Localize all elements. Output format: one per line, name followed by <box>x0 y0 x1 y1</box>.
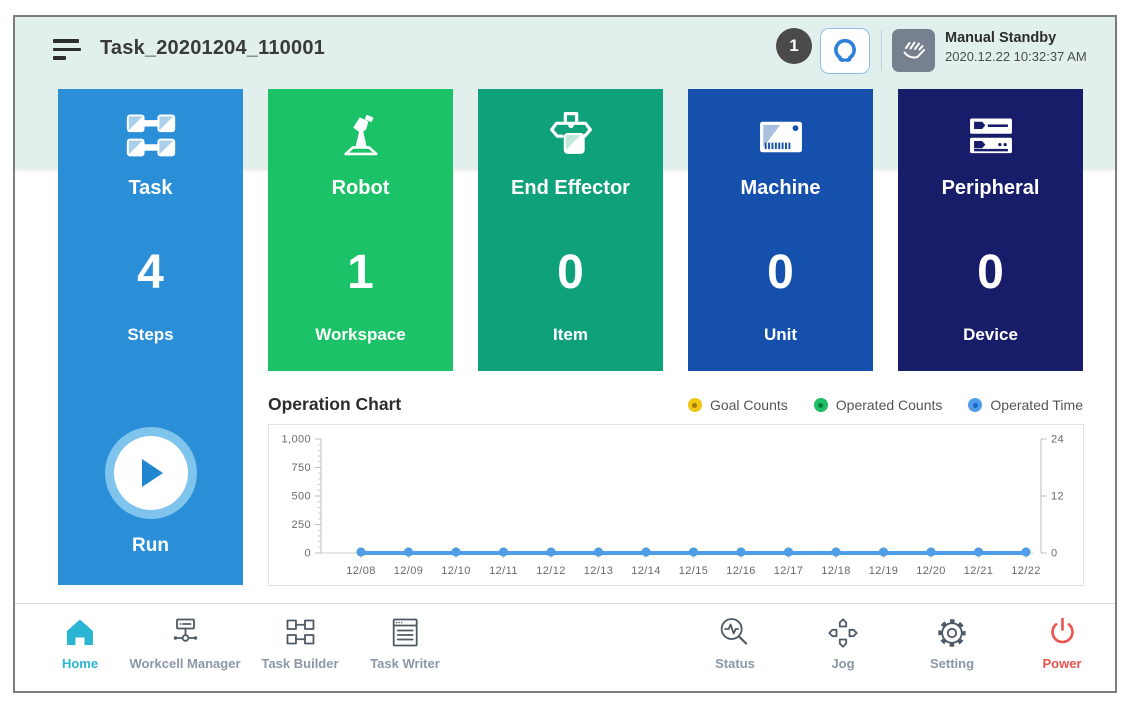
gripper-claw-icon <box>478 105 663 169</box>
end-effector-card-title: End Effector <box>478 177 663 200</box>
run-button[interactable] <box>105 427 197 519</box>
robot-card-count: 1 <box>268 245 453 300</box>
goal-counts-dot-icon <box>688 398 702 412</box>
nav-item-task-builder[interactable]: Task Builder <box>261 615 338 671</box>
machine-card-unit: Unit <box>688 325 873 345</box>
end-effector-card-unit: Item <box>478 325 663 345</box>
svg-text:12/22: 12/22 <box>1011 565 1041 577</box>
svg-text:12/12: 12/12 <box>536 565 566 577</box>
peripheral-card-count: 0 <box>898 245 1083 300</box>
nav-item-task-writer[interactable]: Task Writer <box>370 615 440 671</box>
svg-text:12/11: 12/11 <box>489 565 518 577</box>
task-blocks-icon <box>58 105 243 169</box>
task-builder-icon <box>282 615 318 651</box>
bottom-navigation: Home Workcell Manager <box>15 603 1115 691</box>
machine-card-title: Machine <box>688 177 873 200</box>
svg-text:12/08: 12/08 <box>346 565 376 577</box>
svg-text:12/15: 12/15 <box>679 565 709 577</box>
legend-goal-counts: Goal Counts <box>688 397 788 413</box>
svg-text:12/10: 12/10 <box>441 565 471 577</box>
operation-chart: 0 250 500 750 1,000 0 12 24 12/08 12/09 12/10 12/11… <box>268 424 1084 586</box>
system-timestamp: 2020.12.22 10:32:37 AM <box>945 49 1087 64</box>
svg-text:250: 250 <box>291 519 311 531</box>
gripper-quick-button[interactable] <box>820 28 870 74</box>
hamburger-menu-icon <box>53 39 79 43</box>
play-icon <box>136 456 166 490</box>
operated-counts-dot-icon <box>814 398 828 412</box>
svg-text:12/17: 12/17 <box>774 565 804 577</box>
peripheral-card-unit: Device <box>898 325 1083 345</box>
nav-item-status[interactable]: Status <box>715 615 755 671</box>
svg-text:12/13: 12/13 <box>584 565 614 577</box>
manual-hand-icon <box>899 36 929 66</box>
workcell-manager-icon <box>167 615 203 651</box>
svg-text:12/09: 12/09 <box>394 565 424 577</box>
robot-mode-button[interactable] <box>892 29 935 72</box>
task-card-unit: Steps <box>58 325 243 345</box>
setting-gear-icon <box>934 615 970 651</box>
operated-time-dot-icon <box>968 398 982 412</box>
svg-text:0: 0 <box>1051 548 1058 560</box>
operation-chart-title: Operation Chart <box>268 394 401 415</box>
page-title: Task_20201204_110001 <box>100 37 325 60</box>
robot-card[interactable]: Robot 1 Workspace <box>268 89 453 371</box>
power-icon <box>1044 615 1080 651</box>
svg-text:750: 750 <box>291 462 311 474</box>
machine-icon <box>688 105 873 169</box>
header-divider <box>881 30 882 71</box>
home-icon <box>62 615 98 651</box>
task-writer-icon <box>387 615 423 651</box>
task-card-title: Task <box>58 177 243 200</box>
jog-dpad-icon <box>825 615 861 651</box>
hamburger-menu-button[interactable] <box>53 39 83 65</box>
svg-text:12/16: 12/16 <box>726 565 756 577</box>
nav-item-workcell-manager[interactable]: Workcell Manager <box>129 615 240 671</box>
peripheral-card-title: Peripheral <box>898 177 1083 200</box>
end-effector-card[interactable]: End Effector 0 Item <box>478 89 663 371</box>
peripheral-card[interactable]: Peripheral 0 Device <box>898 89 1083 371</box>
task-card[interactable]: Task 4 Steps Run <box>58 89 243 585</box>
robot-mode-label: Manual Standby <box>945 30 1087 46</box>
run-button-label: Run <box>58 535 243 557</box>
robot-arm-icon <box>268 105 453 169</box>
robot-card-unit: Workspace <box>268 325 453 345</box>
task-card-count: 4 <box>58 245 243 300</box>
machine-card[interactable]: Machine 0 Unit <box>688 89 873 371</box>
nav-item-home[interactable]: Home <box>62 615 98 671</box>
svg-text:12/19: 12/19 <box>869 565 899 577</box>
svg-text:12/21: 12/21 <box>964 565 994 577</box>
svg-text:0: 0 <box>304 548 311 560</box>
status-icon <box>717 615 753 651</box>
end-effector-card-count: 0 <box>478 245 663 300</box>
notification-badge: 1 <box>776 28 812 64</box>
svg-text:500: 500 <box>291 491 311 503</box>
peripheral-server-icon <box>898 105 1083 169</box>
svg-text:1,000: 1,000 <box>281 434 311 446</box>
legend-operated-counts: Operated Counts <box>814 397 943 413</box>
robot-status: Manual Standby 2020.12.22 10:32:37 AM <box>945 30 1087 64</box>
svg-text:12/18: 12/18 <box>821 565 851 577</box>
machine-card-count: 0 <box>688 245 873 300</box>
nav-item-power[interactable]: Power <box>1042 615 1081 671</box>
gripper-arc-icon <box>828 35 862 67</box>
legend-operated-time: Operated Time <box>968 397 1083 413</box>
chart-legend: Goal Counts Operated Counts Operated Tim… <box>688 397 1083 413</box>
robot-card-title: Robot <box>268 177 453 200</box>
svg-text:12/20: 12/20 <box>916 565 946 577</box>
nav-item-setting[interactable]: Setting <box>930 615 974 671</box>
svg-text:12: 12 <box>1051 491 1064 503</box>
nav-item-jog[interactable]: Jog <box>825 615 861 671</box>
svg-text:12/14: 12/14 <box>631 565 661 577</box>
operation-chart-canvas: 0 250 500 750 1,000 0 12 24 12/08 12/09 12/10 12/11… <box>269 425 1083 585</box>
app-window: Task_20201204_110001 1 Manual Standby 20… <box>13 15 1117 693</box>
svg-text:24: 24 <box>1051 434 1064 446</box>
